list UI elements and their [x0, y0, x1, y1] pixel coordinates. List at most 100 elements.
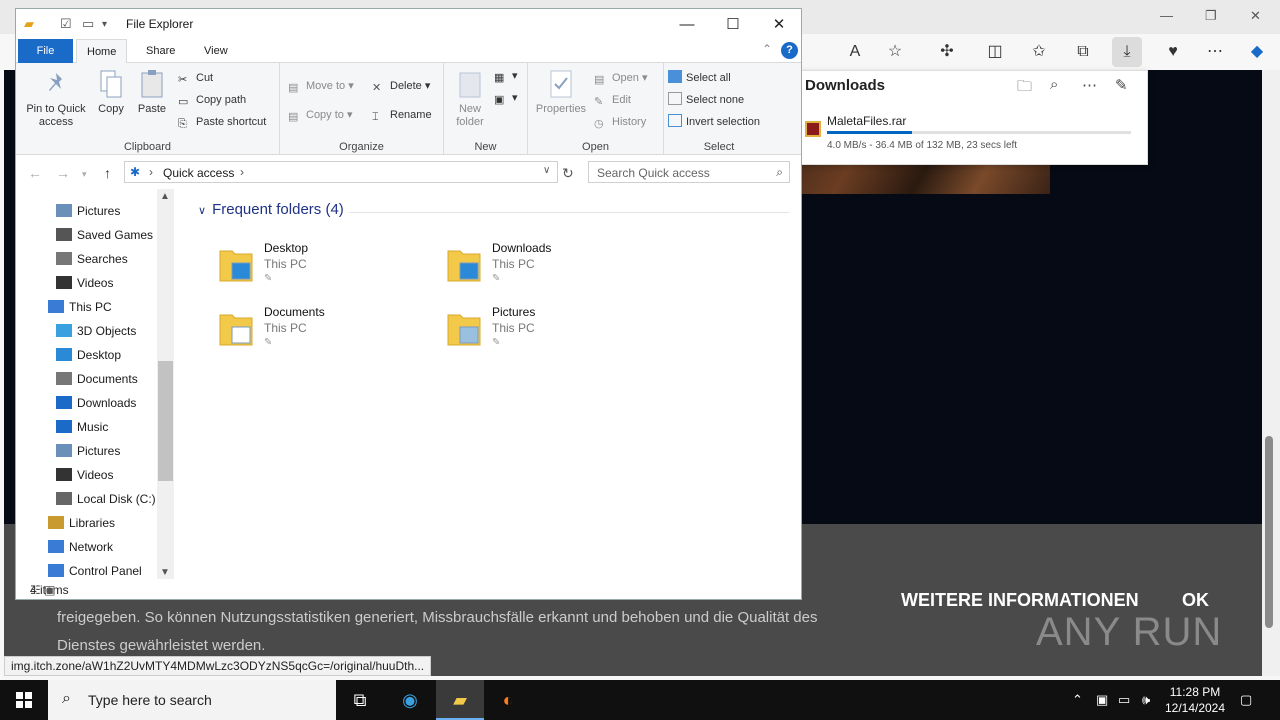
- more-options-icon[interactable]: ⋯: [1082, 76, 1097, 94]
- new-folder-button[interactable]: New folder: [448, 67, 492, 129]
- breadcrumb-quick-access[interactable]: Quick access: [163, 166, 234, 180]
- copy-button[interactable]: Copy: [94, 67, 128, 116]
- nav-control-panel[interactable]: Control Panel: [48, 559, 142, 579]
- folder-desktop[interactable]: Desktop This PC ✎: [218, 241, 418, 301]
- tray-chevron-icon[interactable]: ⌃: [1072, 692, 1083, 708]
- folder-pictures[interactable]: Pictures This PC ✎: [446, 305, 646, 365]
- minimize-button[interactable]: —: [664, 14, 710, 36]
- more-menu-icon[interactable]: ⋯: [1204, 41, 1226, 63]
- view-toggle-icons[interactable]: ☷ ▣: [30, 583, 793, 597]
- task-view-icon[interactable]: ⧉: [336, 680, 384, 720]
- downloads-icon[interactable]: ⤓: [1112, 37, 1142, 67]
- notifications-icon[interactable]: ▢: [1240, 692, 1252, 708]
- address-dropdown-icon[interactable]: ∨: [543, 165, 550, 176]
- collapse-ribbon-icon[interactable]: ⌃: [762, 42, 772, 56]
- scroll-down-icon[interactable]: ▼: [160, 567, 170, 578]
- nav-scroll-thumb[interactable]: [158, 361, 173, 481]
- download-file-name[interactable]: MaletaFiles.rar: [827, 114, 906, 128]
- edit-button[interactable]: ✎ Edit: [594, 91, 631, 109]
- tab-view[interactable]: View: [194, 39, 238, 63]
- frequent-folders-header[interactable]: ∨ Frequent folders (4): [198, 201, 344, 218]
- nav-videos-pc[interactable]: Videos: [56, 463, 113, 487]
- nav-pictures-pc[interactable]: Pictures: [56, 439, 120, 463]
- browser-scrollbar[interactable]: [1262, 70, 1280, 676]
- edge-icon[interactable]: ◉: [386, 680, 434, 720]
- split-screen-icon[interactable]: ◫: [984, 41, 1006, 63]
- folder-downloads[interactable]: Downloads This PC ✎: [446, 241, 646, 301]
- search-input[interactable]: Search Quick access ⌕: [588, 161, 790, 183]
- breadcrumb-chevron-icon[interactable]: ›: [240, 165, 244, 179]
- select-none-button[interactable]: Select none: [668, 91, 744, 109]
- nav-libraries[interactable]: Libraries: [48, 511, 115, 535]
- delete-button[interactable]: ✕ Delete ▾: [372, 77, 430, 95]
- paste-button[interactable]: Paste: [134, 67, 170, 116]
- close-button[interactable]: ✕: [756, 14, 802, 36]
- customize-qat-icon[interactable]: ▾: [102, 19, 107, 30]
- tab-share[interactable]: Share: [136, 39, 185, 63]
- extensions-icon[interactable]: ✣: [936, 41, 958, 63]
- pin-quick-access-button[interactable]: Pin to Quick access: [20, 67, 92, 129]
- rename-button[interactable]: ⌶ Rename: [372, 106, 432, 124]
- nav-network[interactable]: Network: [48, 535, 113, 559]
- nav-downloads[interactable]: Downloads: [56, 391, 136, 415]
- tab-file[interactable]: File: [18, 39, 73, 63]
- nav-videos[interactable]: Videos: [56, 271, 113, 295]
- open-button[interactable]: ▤ Open ▾: [594, 69, 648, 87]
- volume-icon[interactable]: 🕪: [1142, 692, 1150, 708]
- more-info-button[interactable]: WEITERE INFORMATIONEN: [901, 590, 1139, 611]
- easy-access-button[interactable]: ▣ ▾: [494, 89, 518, 107]
- history-button[interactable]: ◷ History: [594, 113, 646, 131]
- taskbar-search-input[interactable]: ⌕ Type here to search: [48, 680, 336, 720]
- scrollbar-thumb[interactable]: [1265, 436, 1273, 628]
- address-bar[interactable]: ✱ › Quick access › ∨: [124, 161, 558, 183]
- new-folder-qat-icon[interactable]: ▭: [82, 16, 94, 32]
- refresh-icon[interactable]: ↻: [562, 165, 574, 182]
- back-arrow-icon[interactable]: ←: [28, 165, 42, 181]
- invert-selection-button[interactable]: Invert selection: [668, 113, 760, 131]
- firefox-icon[interactable]: ◐: [484, 680, 532, 720]
- maximize-button[interactable]: ☐: [710, 14, 756, 36]
- scroll-up-icon[interactable]: ▲: [160, 191, 170, 202]
- collapse-chevron-icon[interactable]: ∨: [198, 205, 206, 217]
- tab-home[interactable]: Home: [76, 39, 128, 64]
- copy-path-button[interactable]: ▭ Copy path: [178, 91, 246, 109]
- file-explorer-taskbar-icon[interactable]: ▰: [436, 680, 484, 720]
- nav-documents[interactable]: Documents: [56, 367, 138, 391]
- browser-minimize-button[interactable]: —: [1160, 8, 1173, 23]
- pin-icon[interactable]: ✎: [1115, 76, 1128, 94]
- paste-shortcut-button[interactable]: ⎘ Paste shortcut: [178, 113, 266, 131]
- copy-to-button[interactable]: ▤ Copy to ▾: [288, 106, 353, 124]
- properties-qat-icon[interactable]: ☑: [60, 16, 72, 32]
- browser-essentials-icon[interactable]: ♥: [1162, 41, 1184, 63]
- copilot-icon[interactable]: ◆: [1246, 41, 1268, 63]
- help-icon[interactable]: ?: [781, 42, 798, 59]
- nav-searches[interactable]: Searches: [56, 247, 128, 271]
- new-item-button[interactable]: ▦ ▾: [494, 67, 518, 85]
- nav-local-disk[interactable]: Local Disk (C:): [56, 487, 156, 511]
- forward-arrow-icon[interactable]: →: [56, 165, 70, 181]
- favorite-star-icon[interactable]: ☆: [884, 41, 906, 63]
- ok-button[interactable]: OK: [1182, 590, 1209, 611]
- recent-locations-icon[interactable]: ▾: [82, 169, 87, 180]
- folder-documents[interactable]: Documents This PC ✎: [218, 305, 418, 365]
- tray-device-icon[interactable]: ▣: [1096, 692, 1108, 708]
- nav-3d-objects[interactable]: 3D Objects: [56, 319, 136, 343]
- network-icon[interactable]: ▭: [1118, 692, 1130, 708]
- start-button[interactable]: [0, 680, 48, 720]
- favorites-icon[interactable]: ✩: [1028, 41, 1050, 63]
- nav-scrollbar[interactable]: ▲ ▼: [157, 189, 174, 579]
- read-aloud-icon[interactable]: A: [844, 41, 866, 63]
- nav-desktop[interactable]: Desktop: [56, 343, 121, 367]
- browser-close-button[interactable]: ✕: [1250, 8, 1261, 24]
- move-to-button[interactable]: ▤ Move to ▾: [288, 77, 354, 95]
- cut-button[interactable]: ✂ Cut: [178, 69, 213, 87]
- nav-this-pc[interactable]: This PC: [48, 295, 112, 319]
- collections-icon[interactable]: ⧉: [1072, 41, 1094, 63]
- nav-music[interactable]: Music: [56, 415, 108, 439]
- nav-saved-games[interactable]: Saved Games: [56, 223, 153, 247]
- open-folder-icon[interactable]: 🗀: [1017, 76, 1032, 101]
- properties-button[interactable]: Properties: [532, 67, 590, 116]
- select-all-button[interactable]: Select all: [668, 69, 731, 87]
- up-arrow-icon[interactable]: ↑: [104, 165, 111, 181]
- search-icon[interactable]: ⌕: [1050, 76, 1058, 93]
